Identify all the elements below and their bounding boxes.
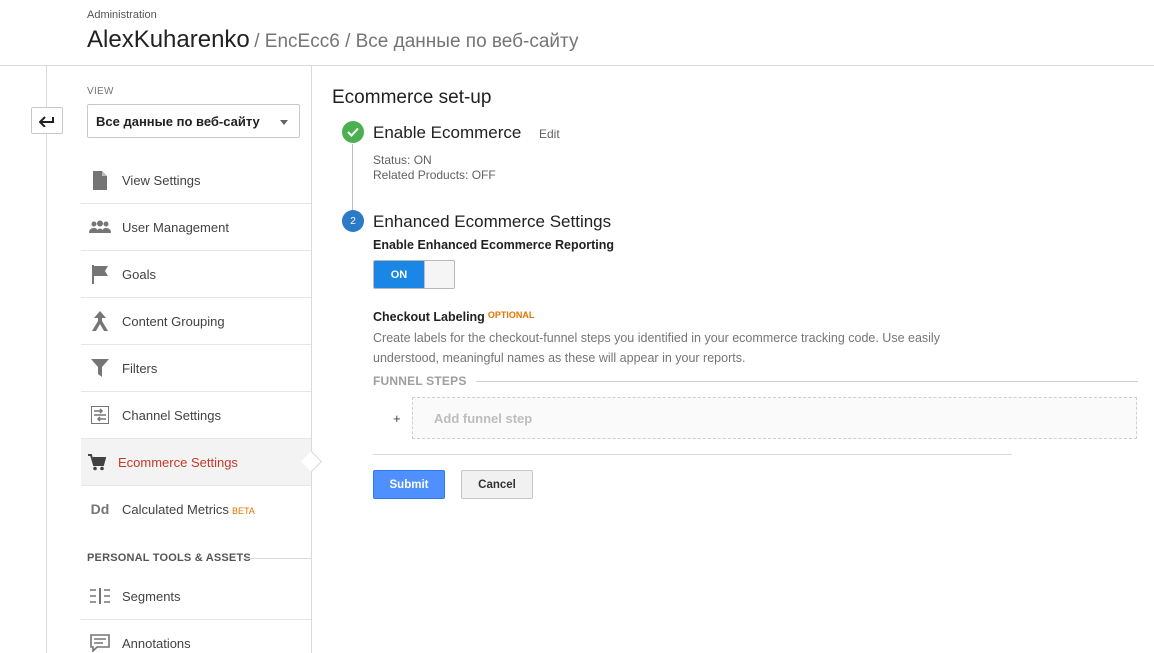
sidebar-item-label: Calculated Metrics BETA	[122, 502, 255, 517]
optional-badge: OPTIONAL	[487, 310, 535, 320]
sidebar-item-label: Goals	[122, 266, 156, 282]
channel-settings-icon	[89, 404, 111, 426]
sidebar-item-ecommerce-settings[interactable]: Ecommerce Settings	[81, 439, 311, 486]
filter-icon	[89, 357, 111, 379]
toggle-on-label: ON	[374, 261, 424, 288]
sidebar-item-label: Ecommerce Settings	[118, 454, 238, 470]
sidebar-item-label: Filters	[122, 360, 158, 376]
check-icon	[342, 121, 364, 143]
sidebar-item-label: Channel Settings	[122, 407, 222, 423]
sidebar-item-filters[interactable]: Filters	[81, 345, 311, 392]
step-title-enhanced-ecommerce: Enhanced Ecommerce Settings	[373, 212, 612, 231]
document-icon	[89, 169, 111, 191]
sidebar-item-label: Annotations	[122, 636, 191, 651]
sidebar: VIEW Все данные по веб-сайту View Settin…	[81, 66, 312, 653]
status-text: Status: ON	[373, 153, 432, 167]
enhanced-reporting-label: Enable Enhanced Ecommerce Reporting	[373, 238, 615, 252]
related-products-text: Related Products: OFF	[373, 168, 496, 182]
breadcrumb-separator: /	[345, 31, 351, 52]
cart-icon	[86, 451, 108, 473]
step-connector	[352, 144, 353, 214]
toggle-knob	[424, 261, 454, 288]
checkout-labeling-title: Checkout Labeling OPTIONAL	[373, 310, 535, 324]
people-icon	[89, 216, 111, 238]
dd-icon: Dd	[90, 501, 110, 517]
sidebar-item-label: User Management	[122, 219, 229, 235]
view-label: VIEW	[87, 86, 114, 97]
submit-button[interactable]: Submit	[373, 470, 445, 499]
header: Administration AlexKuharenko / EncEcc6 /…	[0, 0, 1154, 66]
section-label: PERSONAL TOOLS & ASSETS	[87, 552, 251, 564]
annotations-icon	[89, 632, 111, 653]
rail-line	[46, 66, 47, 653]
step-title-enable-ecommerce: Enable Ecommerce	[373, 123, 522, 142]
property-name[interactable]: EncEcc6	[265, 31, 340, 52]
sidebar-item-goals[interactable]: Goals	[81, 251, 311, 298]
sidebar-item-channel-settings[interactable]: Channel Settings	[81, 392, 311, 439]
account-name[interactable]: AlexKuharenko	[87, 26, 250, 53]
sidebar-item-content-grouping[interactable]: Content Grouping	[81, 298, 311, 345]
sidebar-item-label: View Settings	[122, 172, 201, 188]
main-content: Ecommerce set-up Enable Ecommerce Edit S…	[312, 66, 1154, 653]
funnel-steps-label: FUNNEL STEPS	[373, 374, 467, 388]
content-grouping-icon	[89, 310, 111, 332]
edit-link[interactable]: Edit	[539, 127, 560, 141]
sidebar-item-calculated-metrics[interactable]: Dd Calculated Metrics BETA	[81, 486, 311, 533]
back-arrow-icon	[39, 115, 54, 127]
enhanced-reporting-toggle[interactable]: ON	[373, 260, 455, 289]
step-number-badge: 2	[342, 210, 364, 232]
view-select[interactable]: Все данные по веб-сайту	[87, 104, 300, 138]
view-name[interactable]: Все данные по веб-сайту	[356, 31, 579, 52]
cancel-button[interactable]: Cancel	[461, 470, 533, 499]
chevron-down-icon	[280, 120, 288, 125]
admin-label: Administration	[87, 9, 157, 21]
sidebar-item-user-management[interactable]: User Management	[81, 204, 311, 251]
flag-icon	[89, 263, 111, 285]
sidebar-item-segments[interactable]: Segments	[81, 573, 311, 620]
add-funnel-step-input[interactable]: Add funnel step	[412, 397, 1137, 439]
breadcrumb-separator: /	[254, 31, 260, 52]
section-divider	[243, 558, 311, 559]
sidebar-item-view-settings[interactable]: View Settings	[81, 157, 311, 204]
sidebar-item-annotations[interactable]: Annotations	[81, 620, 311, 653]
page-title: Ecommerce set-up	[332, 87, 492, 108]
breadcrumb: AlexKuharenko / EncEcc6 / Все данные по …	[87, 26, 578, 54]
sidebar-item-label: Segments	[122, 588, 181, 604]
view-select-value: Все данные по веб-сайту	[96, 113, 260, 129]
sidebar-item-label: Content Grouping	[122, 313, 225, 329]
segments-icon	[89, 585, 111, 607]
funnel-divider	[476, 381, 1138, 382]
beta-badge: BETA	[231, 506, 255, 516]
checkout-description: Create labels for the checkout-funnel st…	[373, 331, 940, 365]
form-divider	[373, 454, 1012, 455]
plus-icon[interactable]: +	[393, 411, 401, 426]
back-button[interactable]	[31, 107, 63, 134]
